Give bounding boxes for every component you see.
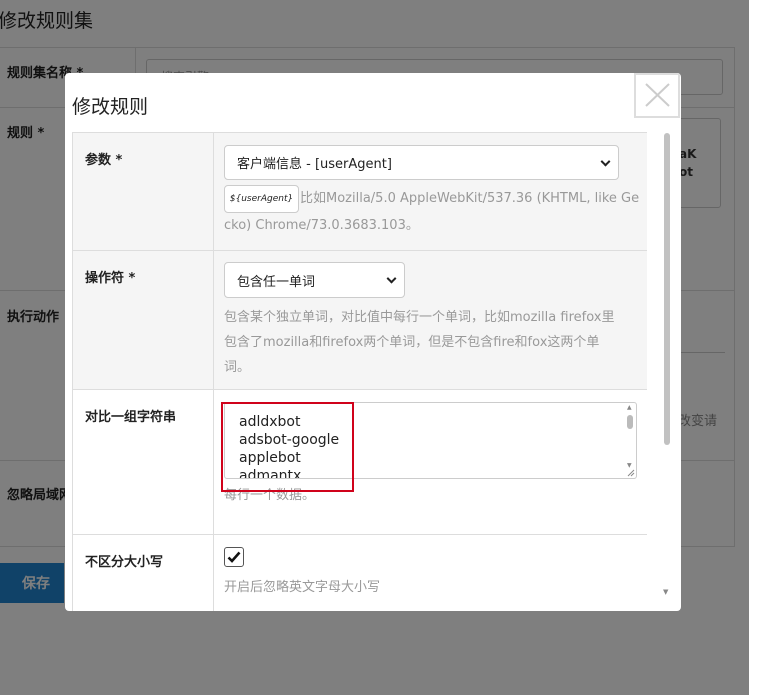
textarea-scrollbar[interactable]: ▲ ▼ (626, 405, 634, 477)
chevron-down-icon (600, 156, 611, 167)
operator-select[interactable]: 包含任一单词 (224, 262, 405, 298)
operator-row: 操作符 * 包含任一单词 包含某个独立单词，对比值中每行一个单词，比如mozil… (73, 250, 647, 389)
dialog-body: 参数 * 客户端信息 - [userAgent] ${userAgent} 比如… (72, 132, 647, 611)
operator-help: 包含某个独立单词，对比值中每行一个单词，比如mozilla firefox里 包… (224, 310, 615, 375)
param-label: 参数 * (85, 153, 123, 168)
scroll-up-icon: ▲ (627, 404, 632, 411)
dialog-scrollbar[interactable]: ▼ (663, 133, 671, 603)
rule-form: 参数 * 客户端信息 - [userAgent] ${userAgent} 比如… (72, 132, 647, 611)
compare-help: 每行一个数据。 (224, 488, 316, 503)
param-select[interactable]: 客户端信息 - [userAgent] (224, 145, 619, 180)
list-item: adsbot-google (239, 432, 340, 448)
resize-handle-icon[interactable] (627, 469, 635, 477)
list-item: adldxbot (239, 414, 301, 430)
list-item: applebot (239, 450, 301, 466)
param-help-line2: cko) Chrome/73.0.3683.103。 (224, 218, 419, 233)
chevron-down-icon (386, 273, 397, 284)
dialog-title: 修改规则 (72, 96, 149, 118)
compare-textarea[interactable]: adldxbot adsbot-google applebot admantx … (224, 402, 637, 479)
case-row: 不区分大小写 开启后忽略英文字母大小写 (73, 534, 647, 611)
case-help: 开启后忽略英文字母大小写 (224, 580, 381, 595)
case-label: 不区分大小写 (85, 555, 164, 570)
variable-tag[interactable]: ${userAgent} (224, 185, 299, 213)
edit-rule-dialog: 修改规则 参数 * 客户端信息 - [userAgent] ${userAgen… (65, 73, 681, 611)
list-item: admantx (239, 468, 302, 479)
dialog-close-button[interactable] (634, 73, 680, 118)
checkmark-icon (227, 551, 241, 563)
compare-row: 对比一组字符串 adldxbot adsbot-google applebot … (73, 389, 647, 534)
param-help-line1: 比如Mozilla/5.0 AppleWebKit/537.36 (KHTML,… (300, 191, 640, 206)
close-icon (645, 83, 670, 107)
scroll-down-icon: ▼ (663, 588, 669, 596)
compare-label: 对比一组字符串 (85, 410, 177, 425)
operator-label: 操作符 * (85, 271, 136, 286)
param-row: 参数 * 客户端信息 - [userAgent] ${userAgent} 比如… (73, 133, 647, 250)
case-insensitive-checkbox[interactable] (224, 547, 244, 567)
